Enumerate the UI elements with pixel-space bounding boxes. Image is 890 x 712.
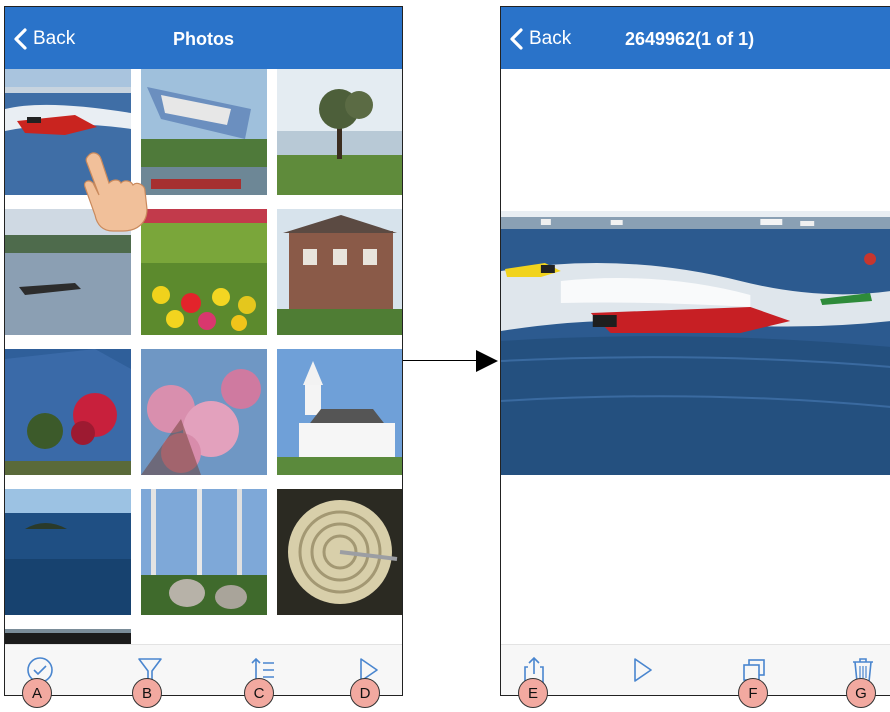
bottom-toolbar: [501, 644, 890, 695]
main-photo[interactable]: [501, 211, 890, 475]
photo-thumbnail[interactable]: [277, 489, 402, 615]
photo-grid: [5, 69, 402, 647]
play-icon: [634, 658, 652, 682]
photo-thumbnail[interactable]: [141, 209, 267, 335]
callout-badge-b: B: [132, 678, 162, 708]
chevron-left-icon: [510, 28, 523, 50]
photo-thumbnail[interactable]: [277, 349, 402, 475]
page-title: Photos: [173, 29, 234, 49]
callout-badge-d: D: [350, 678, 380, 708]
photo-thumbnail[interactable]: [141, 69, 267, 195]
play-button[interactable]: [625, 653, 659, 687]
photo-detail-screen: Back 2649962(1 of 1): [500, 6, 890, 696]
photo-thumbnail[interactable]: [277, 69, 402, 195]
photo-thumbnail[interactable]: [5, 489, 131, 615]
photo-viewer: [501, 69, 890, 645]
callout-badge-c: C: [244, 678, 274, 708]
photo-thumbnail[interactable]: [5, 349, 131, 475]
callout-badge-g: G: [846, 678, 876, 708]
navigation-bar: Back 2649962(1 of 1): [501, 7, 890, 69]
callout-badge-f: F: [738, 678, 768, 708]
page-title: 2649962(1 of 1): [625, 29, 755, 49]
photo-thumbnail[interactable]: [141, 349, 267, 475]
arrow-right-icon: [476, 350, 498, 372]
pointing-hand-icon: [84, 152, 148, 232]
photos-screen: Back Photos: [4, 6, 403, 696]
photo-thumbnail[interactable]: [141, 489, 267, 615]
navigation-bar: Back Photos: [5, 7, 402, 69]
callout-badge-a: A: [22, 678, 52, 708]
back-button[interactable]: Back: [509, 25, 571, 53]
photo-thumbnail[interactable]: [277, 209, 402, 335]
bottom-toolbar: [5, 644, 402, 695]
transition-arrow-line: [403, 360, 481, 361]
callout-badge-e: E: [518, 678, 548, 708]
back-label: Back: [529, 28, 572, 49]
